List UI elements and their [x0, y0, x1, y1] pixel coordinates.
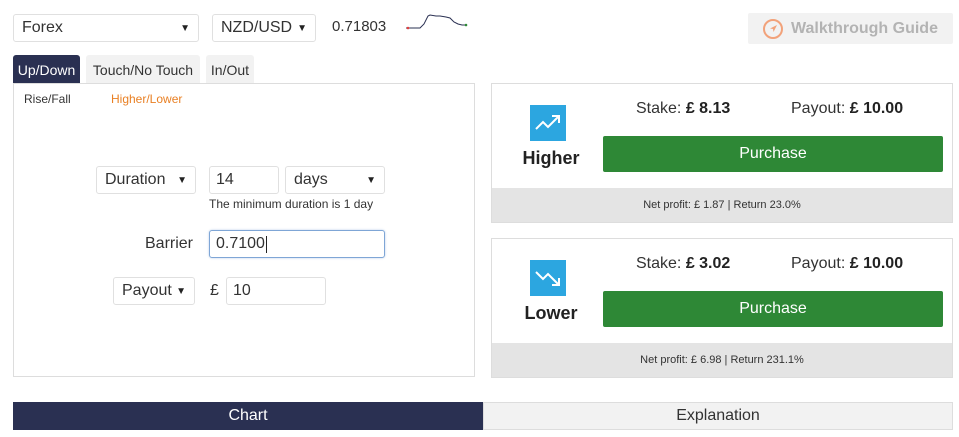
symbol-select[interactable]: NZD/USD ▼: [212, 14, 316, 42]
tab-touch-no-touch[interactable]: Touch/No Touch: [86, 55, 200, 84]
lower-stake: Stake: £ 3.02: [636, 255, 730, 273]
payout-label: Payout:: [791, 100, 846, 117]
stake-label: Stake:: [636, 255, 682, 272]
barrier-input[interactable]: 0.7100: [209, 230, 385, 258]
compass-icon: [763, 18, 784, 39]
chevron-down-icon: ▼: [366, 174, 376, 186]
duration-type-value: Duration: [105, 171, 166, 188]
barrier-value: 0.7100: [216, 235, 265, 252]
duration-input[interactable]: 14: [209, 166, 279, 194]
lower-payout: Payout: £ 10.00: [791, 255, 903, 273]
tab-chart[interactable]: Chart: [13, 402, 483, 430]
payout-value: £ 10.00: [849, 255, 904, 272]
sparkline-chart: [406, 14, 468, 30]
chevron-down-icon: ▼: [180, 22, 190, 34]
lower-net-profit: Net profit: £ 6.98 | Return 231.1%: [492, 343, 952, 377]
text-cursor: [265, 235, 267, 253]
amount-input[interactable]: 10: [226, 277, 326, 305]
subtab-higher-lower[interactable]: Higher/Lower: [111, 92, 182, 106]
lower-label: Lower: [524, 303, 578, 323]
purchase-higher-button[interactable]: Purchase: [603, 136, 943, 172]
barrier-label: Barrier: [145, 235, 194, 252]
duration-value: 14: [216, 171, 234, 188]
trend-down-icon: [530, 260, 566, 296]
contract-form-panel: Rise/Fall Higher/Lower Duration ▼ 14 day…: [13, 83, 475, 377]
duration-hint: The minimum duration is 1 day: [209, 197, 374, 211]
amount-type-value: Payout: [122, 282, 172, 299]
amount-value: 10: [233, 282, 251, 299]
market-select[interactable]: Forex ▼: [13, 14, 199, 42]
chevron-down-icon: ▼: [176, 285, 186, 297]
payout-value: £ 10.00: [849, 100, 904, 117]
chevron-down-icon: ▼: [297, 22, 307, 34]
chevron-down-icon: ▼: [177, 174, 187, 186]
stake-value: £ 8.13: [685, 100, 731, 117]
tab-up-down[interactable]: Up/Down: [13, 55, 80, 84]
symbol-select-value: NZD/USD: [221, 19, 293, 36]
stake-value: £ 3.02: [685, 255, 731, 272]
trend-up-icon: [530, 105, 566, 141]
higher-payout: Payout: £ 10.00: [791, 100, 903, 118]
amount-type-select[interactable]: Payout ▼: [113, 277, 195, 305]
lower-contract-card: Lower Stake: £ 3.02 Payout: £ 10.00 Purc…: [491, 238, 953, 378]
subtab-rise-fall[interactable]: Rise/Fall: [24, 92, 71, 106]
stake-label: Stake:: [636, 100, 682, 117]
higher-contract-card: Higher Stake: £ 8.13 Payout: £ 10.00 Pur…: [491, 83, 953, 223]
payout-label: Payout:: [791, 255, 846, 272]
currency-symbol: £: [210, 282, 219, 299]
higher-net-profit: Net profit: £ 1.87 | Return 23.0%: [492, 188, 952, 222]
walkthrough-guide-label: Walkthrough Guide: [791, 19, 938, 37]
duration-unit-select[interactable]: days ▼: [285, 166, 385, 194]
spot-price: 0.71803: [332, 18, 387, 35]
tab-in-out[interactable]: In/Out: [206, 55, 254, 84]
duration-unit-value: days: [294, 171, 328, 188]
higher-stake: Stake: £ 8.13: [636, 100, 730, 118]
tab-explanation[interactable]: Explanation: [483, 402, 953, 430]
market-select-value: Forex: [22, 19, 63, 36]
duration-type-select[interactable]: Duration ▼: [96, 166, 196, 194]
higher-label: Higher: [522, 148, 580, 168]
purchase-lower-button[interactable]: Purchase: [603, 291, 943, 327]
walkthrough-guide-button[interactable]: Walkthrough Guide: [748, 13, 953, 44]
